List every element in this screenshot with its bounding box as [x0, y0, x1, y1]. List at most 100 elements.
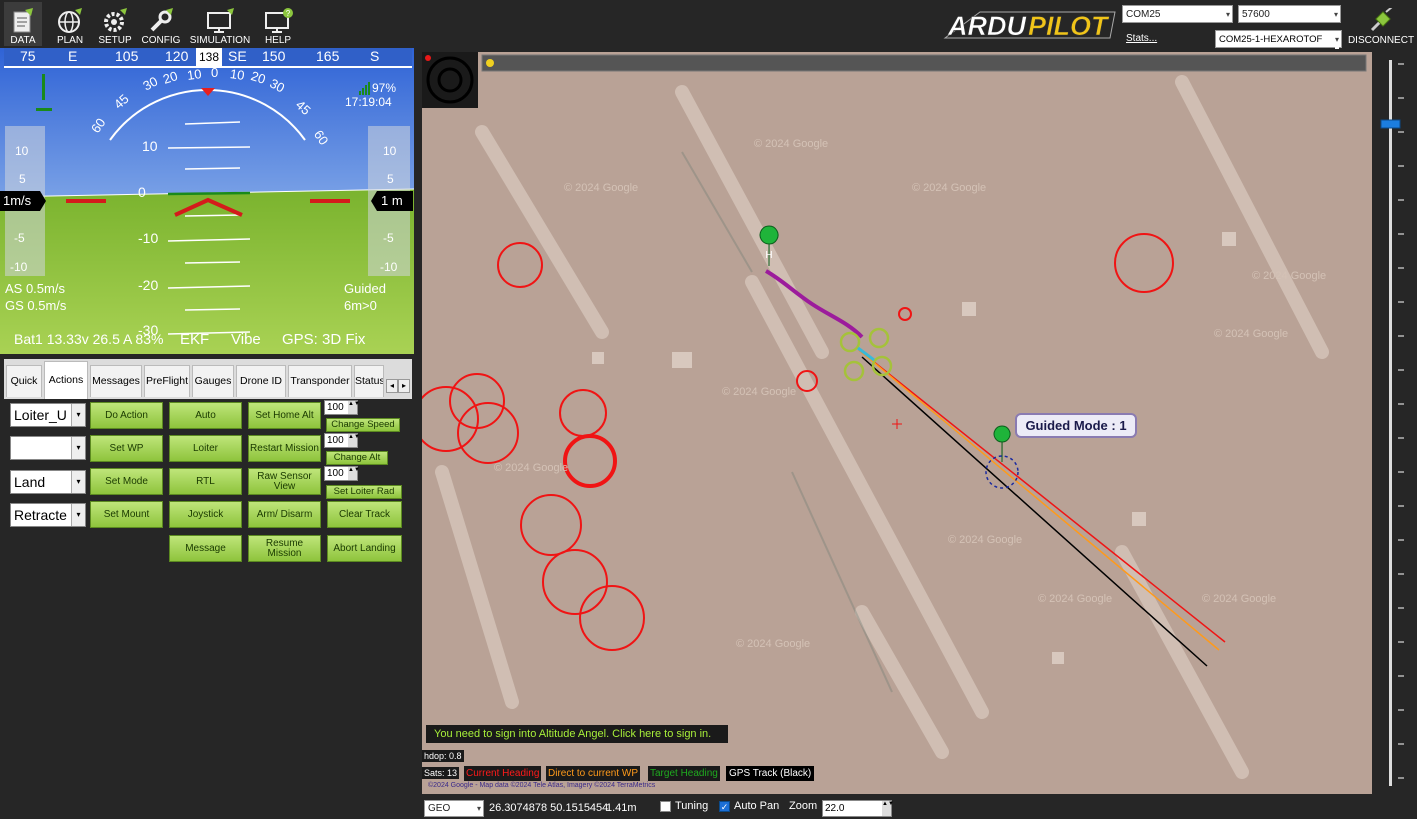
legend-label: Target Heading — [650, 768, 718, 779]
setup-gear-icon — [104, 8, 127, 32]
simulation-monitor-icon — [207, 8, 234, 33]
change-speed-button[interactable]: Change Speed — [326, 418, 400, 432]
com-port-value: COM25 — [1126, 9, 1161, 20]
alt-tape-label: 10 — [383, 144, 397, 158]
spinner-icon[interactable]: ▲▼ — [348, 401, 360, 414]
mode-dropdown[interactable]: Loiter_U ▾ — [10, 403, 86, 427]
airspeed: AS 0.5m/s — [5, 281, 65, 296]
speed-tape-label: 10 — [15, 144, 29, 158]
speed-tape-label: -10 — [10, 260, 28, 274]
coord-type-select[interactable]: GEO ▾ — [424, 800, 484, 817]
loiter-button[interactable]: Loiter — [169, 435, 242, 462]
setup-label: SETUP — [98, 35, 132, 46]
chevron-down-icon: ▾ — [71, 404, 85, 426]
spinner-icon[interactable]: ▲▼ — [348, 467, 360, 480]
alt-tape-label: 5 — [387, 172, 394, 186]
chevron-down-icon: ▾ — [1334, 31, 1339, 49]
change-alt-button[interactable]: Change Alt — [326, 451, 388, 465]
set-home-alt-button[interactable]: Set Home Alt — [248, 402, 321, 429]
clear-track-button[interactable]: Clear Track — [327, 501, 402, 528]
simulation-button[interactable]: SIMULATION — [188, 2, 252, 46]
tab-gauges[interactable]: Gauges — [192, 365, 234, 397]
stats-link[interactable]: Stats... — [1126, 33, 1157, 44]
chevron-down-icon: ▾ — [71, 437, 85, 459]
ardupilot-logo: ARDU PILOT — [940, 8, 1120, 41]
tab-transponder[interactable]: Transponder — [288, 365, 352, 397]
altitude-angel-banner[interactable]: You need to sign into Altitude Angel. Cl… — [426, 725, 728, 743]
zoom-slider[interactable] — [1374, 52, 1417, 794]
map-watermark: © 2024 Google — [1202, 593, 1277, 605]
flight-mode-dropdown-value: Land — [14, 474, 46, 490]
setup-button[interactable]: SETUP — [96, 2, 134, 46]
legend-target-heading: Target Heading — [648, 766, 720, 781]
joystick-button[interactable]: Joystick — [169, 501, 242, 528]
mount-dropdown[interactable]: Retracte ▾ — [10, 503, 86, 527]
tab-status[interactable]: Status — [354, 365, 384, 397]
chevron-down-icon: ▾ — [1333, 10, 1338, 19]
tab-actions[interactable]: Actions — [44, 361, 88, 399]
speed-value-input[interactable]: 100 ▲▼ — [324, 400, 360, 415]
zoom-value: 22.0 — [825, 803, 845, 814]
baud-rate-value: 57600 — [1242, 9, 1270, 20]
tab-quick[interactable]: Quick — [6, 365, 42, 397]
tab-scroll-left-icon[interactable]: ◂ — [386, 379, 398, 393]
hud-panel: 75 E 105 120 SE 150 165 S 138 60 45 30 2… — [0, 48, 414, 354]
config-wrench-icon — [150, 8, 173, 32]
heading-tick-label: 75 — [20, 48, 36, 64]
raw-sensor-view-button[interactable]: Raw Sensor View — [248, 468, 321, 495]
map-watermark: © 2024 Google — [754, 138, 829, 150]
set-mount-button[interactable]: Set Mount — [90, 501, 163, 528]
map-watermark: © 2024 Google — [1214, 328, 1289, 340]
message-button[interactable]: Message — [169, 535, 242, 562]
set-wp-button[interactable]: Set WP — [90, 435, 163, 462]
ekf-status[interactable]: EKF — [180, 331, 209, 348]
heading-tick-label: E — [68, 48, 78, 64]
flight-mode-dropdown[interactable]: Land ▾ — [10, 470, 86, 494]
auto-button[interactable]: Auto — [169, 402, 242, 429]
map-watermark: © 2024 Google — [736, 638, 811, 650]
hud-time: 17:19:04 — [345, 95, 392, 109]
zoom-input[interactable]: 22.0 ▲▼ — [822, 800, 894, 817]
tab-drone-id[interactable]: Drone ID — [236, 365, 286, 397]
vehicle-select[interactable]: COM25-1-HEXAROTOF ▾ — [1215, 30, 1342, 49]
data-button[interactable]: DATA — [4, 2, 42, 46]
do-action-button[interactable]: Do Action — [90, 402, 163, 429]
map-view[interactable]: H © 2024 Google © 2024 Google © 2024 Goo… — [422, 52, 1372, 794]
vibe-status[interactable]: Vibe — [231, 331, 261, 348]
spinner-icon[interactable]: ▲▼ — [882, 801, 894, 816]
speed-box: 1m/s — [3, 193, 32, 208]
set-loiter-rad-button[interactable]: Set Loiter Rad — [326, 485, 402, 499]
set-mode-button[interactable]: Set Mode — [90, 468, 163, 495]
zoom-slider-track — [1380, 60, 1404, 786]
spinner-icon[interactable]: ▲▼ — [348, 434, 360, 447]
restart-mission-button[interactable]: Restart Mission — [248, 435, 321, 462]
abort-landing-button[interactable]: Abort Landing — [327, 535, 402, 562]
loiter-radius-input[interactable]: 100 ▲▼ — [324, 466, 360, 481]
help-button[interactable]: ? HELP — [258, 2, 298, 46]
resume-mission-button[interactable]: Resume Mission — [248, 535, 321, 562]
chevron-down-icon: ▾ — [476, 804, 481, 813]
pitch-label: 10 — [142, 138, 158, 154]
tab-messages[interactable]: Messages — [90, 365, 142, 397]
tuning-checkbox[interactable] — [660, 801, 671, 812]
legend-label: Current Heading — [466, 768, 540, 779]
zoom-label: Zoom — [789, 800, 818, 812]
waypoint-dropdown[interactable]: ▾ — [10, 436, 86, 460]
plan-button[interactable]: PLAN — [50, 2, 90, 46]
disconnect-button[interactable]: DISCONNECT — [1348, 2, 1414, 46]
simulation-label: SIMULATION — [189, 35, 251, 46]
alt-value-input[interactable]: 100 ▲▼ — [324, 433, 360, 448]
config-button[interactable]: CONFIG — [140, 2, 182, 46]
coord-type-value: GEO — [428, 803, 451, 814]
hdop-value: hdop: 0.8 — [422, 750, 464, 762]
com-port-select[interactable]: COM25 ▾ — [1122, 5, 1233, 23]
arm-disarm-button[interactable]: Arm/ Disarm — [248, 501, 321, 528]
baud-rate-select[interactable]: 57600 ▾ — [1238, 5, 1341, 23]
satellite-map: H — [422, 52, 1372, 794]
autopan-checkbox[interactable]: ✓ — [719, 801, 730, 812]
tab-preflight[interactable]: PreFlight — [144, 365, 190, 397]
rtl-button[interactable]: RTL — [169, 468, 242, 495]
tab-scroll-right-icon[interactable]: ▸ — [398, 379, 410, 393]
alt-box: 1 m — [381, 193, 403, 208]
heading-tick-label: SE — [228, 48, 247, 64]
